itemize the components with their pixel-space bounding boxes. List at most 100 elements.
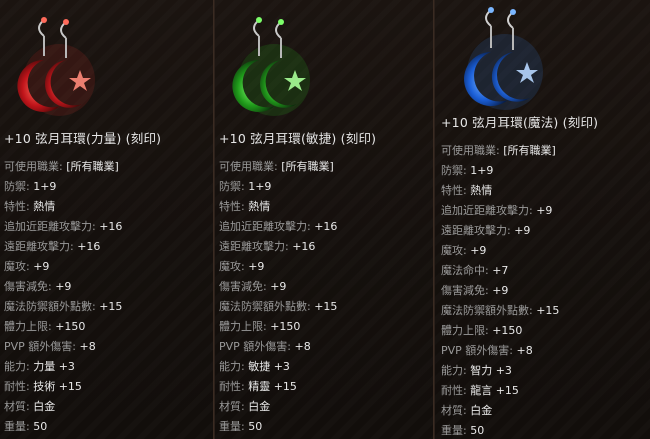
- stat-row-hp-max: 體力上限: +150: [4, 317, 122, 337]
- stat-row-material: 材質: 白金: [4, 397, 122, 417]
- stat-row-pvp-bonus-damage: PVP 額外傷害: +8: [219, 337, 337, 357]
- stat-row-ranged-attack: 遠距離攻擊力: +16: [4, 237, 122, 257]
- stat-row-ability: 能力: 智力 +3: [441, 361, 559, 381]
- stat-key: 防禦:: [219, 180, 245, 193]
- item-tooltip-blue: +10 弦月耳環(魔法) (刻印) 可使用職業: [所有職業] 防禦: 1+9 …: [434, 0, 650, 439]
- stat-value: +9: [492, 284, 509, 297]
- stat-value: +15: [314, 300, 338, 313]
- stats-list: 可使用職業: [所有職業] 防禦: 1+9 特性: 熱情 追加近距離攻擊力: +…: [441, 141, 559, 439]
- stat-key: 追加近距離攻擊力:: [441, 204, 533, 217]
- item-tooltip-green: +10 弦月耳環(敏捷) (刻印) 可使用職業: [所有職業] 防禦: 1+9 …: [214, 0, 434, 439]
- stat-key: 魔法防禦額外點數:: [4, 300, 96, 313]
- stat-key: 魔法防禦額外點數:: [441, 304, 533, 317]
- crescent-earring-icon-green: [232, 17, 310, 116]
- stat-key: 魔法命中:: [441, 264, 489, 277]
- stat-row-magic-defense-bonus: 魔法防禦額外點數: +15: [441, 301, 559, 321]
- stat-key: 遠距離攻擊力:: [219, 240, 289, 253]
- stat-row-usable-class: 可使用職業: [所有職業]: [219, 157, 337, 177]
- stat-value: +150: [55, 320, 86, 333]
- stat-row-material: 材質: 白金: [219, 397, 337, 417]
- stat-row-resistance: 耐性: 龍言 +15: [441, 381, 559, 401]
- stat-key: 體力上限:: [4, 320, 52, 333]
- stat-row-hp-max: 體力上限: +150: [219, 317, 337, 337]
- stat-row-ability: 能力: 力量 +3: [4, 357, 122, 377]
- stat-row-magic-attack: 魔攻: +9: [4, 257, 122, 277]
- stat-key: 遠距離攻擊力:: [441, 224, 511, 237]
- stat-value: +16: [314, 220, 338, 233]
- stat-value: 50: [470, 424, 485, 437]
- crescent-earring-icon-red: [17, 17, 95, 116]
- stat-row-melee-attack: 追加近距離攻擊力: +16: [4, 217, 122, 237]
- stat-key: 魔攻:: [441, 244, 467, 257]
- stat-value: 白金: [33, 400, 56, 413]
- stat-key: PVP 額外傷害:: [219, 340, 291, 353]
- stat-key: 耐性:: [219, 380, 245, 393]
- stat-row-defense: 防禦: 1+9: [4, 177, 122, 197]
- stat-row-weight: 重量: 50: [4, 417, 122, 437]
- stat-value: +8: [79, 340, 96, 353]
- item-compare-view: +10 弦月耳環(力量) (刻印) 可使用職業: [所有職業] 防禦: 1+9 …: [0, 0, 650, 439]
- stat-value: +7: [492, 264, 509, 277]
- stat-key: 能力:: [441, 364, 467, 377]
- stat-key: 重量:: [4, 420, 30, 433]
- stat-value: 白金: [248, 400, 271, 413]
- stat-value: 50: [33, 420, 48, 433]
- stat-value: [所有職業]: [281, 160, 334, 173]
- stat-value: +8: [516, 344, 533, 357]
- stat-row-defense: 防禦: 1+9: [441, 161, 559, 181]
- stat-row-defense: 防禦: 1+9: [219, 177, 337, 197]
- stat-row-pvp-bonus-damage: PVP 額外傷害: +8: [441, 341, 559, 361]
- stat-row-melee-attack: 追加近距離攻擊力: +9: [441, 201, 559, 221]
- stat-row-damage-reduction: 傷害減免: +9: [219, 277, 337, 297]
- stat-key: 特性:: [441, 184, 467, 197]
- stat-value: +15: [536, 304, 560, 317]
- item-title: +10 弦月耳環(魔法) (刻印): [441, 115, 599, 130]
- stat-value: +9: [270, 280, 287, 293]
- stat-value: +16: [77, 240, 101, 253]
- stat-key: 重量:: [441, 424, 467, 437]
- stat-value: 1+9: [470, 164, 494, 177]
- stat-row-magic-attack: 魔攻: +9: [219, 257, 337, 277]
- stat-value: +9: [33, 260, 50, 273]
- stat-row-weight: 重量: 50: [441, 421, 559, 439]
- stat-key: 傷害減免:: [219, 280, 267, 293]
- stat-key: PVP 額外傷害:: [4, 340, 76, 353]
- stat-value: 50: [248, 420, 263, 433]
- stat-value: 龍言 +15: [470, 384, 519, 397]
- stat-key: 能力:: [4, 360, 30, 373]
- stat-row-magic-hit: 魔法命中: +7: [441, 261, 559, 281]
- stat-key: 材質:: [219, 400, 245, 413]
- stat-row-trait: 特性: 熱情: [219, 197, 337, 217]
- crescent-earring-icon-blue: [464, 7, 543, 110]
- stat-row-weight: 重量: 50: [219, 417, 337, 437]
- item-title: +10 弦月耳環(力量) (刻印): [4, 131, 162, 146]
- stat-value: [所有職業]: [503, 144, 556, 157]
- stat-key: 可使用職業:: [4, 160, 63, 173]
- stat-key: 追加近距離攻擊力:: [219, 220, 311, 233]
- stat-key: 重量:: [219, 420, 245, 433]
- stat-key: 傷害減免:: [441, 284, 489, 297]
- stat-value: +16: [99, 220, 123, 233]
- stat-key: 材質:: [441, 404, 467, 417]
- stat-row-trait: 特性: 熱情: [441, 181, 559, 201]
- stat-row-magic-attack: 魔攻: +9: [441, 241, 559, 261]
- stat-value: [所有職業]: [66, 160, 119, 173]
- stat-key: 體力上限:: [219, 320, 267, 333]
- stat-key: 遠距離攻擊力:: [4, 240, 74, 253]
- stat-value: 力量 +3: [33, 360, 75, 373]
- stat-value: 1+9: [33, 180, 57, 193]
- stat-value: 1+9: [248, 180, 272, 193]
- stat-row-ranged-attack: 遠距離攻擊力: +16: [219, 237, 337, 257]
- stat-value: +9: [470, 244, 487, 257]
- stat-row-hp-max: 體力上限: +150: [441, 321, 559, 341]
- stat-row-ranged-attack: 遠距離攻擊力: +9: [441, 221, 559, 241]
- stat-value: 熱情: [248, 200, 271, 213]
- stat-key: 材質:: [4, 400, 30, 413]
- stat-row-usable-class: 可使用職業: [所有職業]: [4, 157, 122, 177]
- stat-row-ability: 能力: 敏捷 +3: [219, 357, 337, 377]
- stat-row-damage-reduction: 傷害減免: +9: [441, 281, 559, 301]
- stat-key: 可使用職業:: [219, 160, 278, 173]
- stat-key: 魔法防禦額外點數:: [219, 300, 311, 313]
- stat-key: 魔攻:: [219, 260, 245, 273]
- stat-row-trait: 特性: 熱情: [4, 197, 122, 217]
